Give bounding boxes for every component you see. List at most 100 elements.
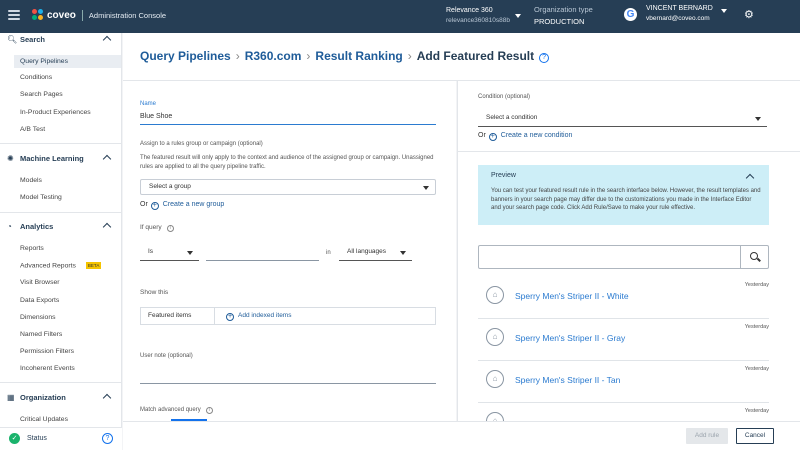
plus-icon[interactable]: +	[488, 133, 497, 141]
add-rule-button[interactable]: Add rule	[686, 428, 728, 444]
preview-box: Preview You can test your featured resul…	[478, 165, 769, 225]
chevron-down-icon	[187, 251, 193, 255]
organization-selector[interactable]: Relevance 360 relevance360810s88b	[446, 7, 510, 24]
in-label: in	[326, 250, 331, 256]
sidebar-item-named-filters[interactable]: Named Filters	[20, 331, 62, 338]
org-type: Organization type PRODUCTION	[534, 5, 593, 26]
result-time: Yesterday	[744, 282, 769, 288]
create-group-link[interactable]: Create a new group	[163, 201, 224, 208]
console-title: Administration Console	[88, 10, 167, 20]
sidebar-item-models[interactable]: Models	[20, 177, 42, 184]
breadcrumb-r360[interactable]: R360.com	[245, 49, 302, 63]
help-icon[interactable]: ?	[539, 53, 550, 63]
gear-icon[interactable]: ⚙	[744, 9, 756, 21]
create-group-row: Or + Create a new group	[140, 201, 225, 210]
list-item[interactable]: ⌂ Sperry Men's Striper II - Gray Yesterd…	[478, 319, 769, 361]
sidebar-section-search[interactable]: 🔍︎ Search	[0, 33, 121, 47]
brand-name: coveo	[47, 9, 76, 21]
sidebar-item-visit-browser[interactable]: Visit Browser	[20, 279, 60, 286]
org-type-value: PRODUCTION	[534, 17, 585, 26]
sidebar-item-reports[interactable]: Reports	[20, 245, 44, 252]
action-footer: Add rule Cancel	[123, 421, 800, 450]
hamburger-menu-icon[interactable]	[8, 10, 20, 20]
featured-items-label: Featured items	[141, 308, 215, 324]
chevron-down-icon	[755, 117, 761, 121]
add-indexed-items-link[interactable]: + Add indexed items	[223, 308, 291, 324]
search-box[interactable]	[478, 245, 769, 269]
sidebar-item-permission-filters[interactable]: Permission Filters	[20, 348, 74, 355]
sidebar-item-critical-updates[interactable]: Critical Updates	[20, 416, 68, 423]
query-input[interactable]	[206, 245, 319, 261]
chevron-down-icon	[423, 186, 429, 190]
list-item[interactable]: ⌂ Sperry Men's Striper II - White Yester…	[478, 277, 769, 319]
status-label: Status	[27, 435, 47, 442]
preview-text: You can test your featured result rule i…	[491, 188, 761, 211]
tag-icon: ⌂	[486, 412, 504, 421]
assign-help-text: The featured result will only apply to t…	[140, 155, 434, 170]
tag-icon: ⌂	[486, 328, 504, 346]
sidebar-section-machine-learning[interactable]: ✺ Machine Learning	[0, 152, 121, 166]
name-field[interactable]: Blue Shoe	[140, 113, 436, 125]
sidebar-section-analytics[interactable]: ◔ Analytics	[0, 220, 121, 234]
organization-icon: ▦	[7, 393, 15, 402]
org-caret-icon[interactable]	[515, 14, 521, 18]
chevron-up-icon[interactable]	[745, 173, 755, 183]
tag-icon: ⌂	[486, 370, 504, 388]
sidebar-item-in-product-experiences[interactable]: In-Product Experiences	[20, 109, 91, 116]
featured-items-table: Featured items + Add indexed items	[140, 307, 436, 325]
sidebar: 🔍︎ Search Query Pipelines Conditions Sea…	[0, 33, 122, 450]
sidebar-section-organization[interactable]: ▦ Organization	[0, 391, 121, 405]
sidebar-item-query-pipelines[interactable]: Query Pipelines	[14, 55, 121, 68]
info-icon[interactable]: i	[166, 225, 174, 232]
top-bar: coveo Administration Console Relevance 3…	[0, 0, 800, 33]
search-button[interactable]	[740, 246, 768, 268]
create-condition-link[interactable]: Create a new condition	[501, 132, 573, 139]
result-title[interactable]: Sperry Men's Striper II - Tan	[515, 375, 620, 385]
condition-select[interactable]: Select a condition	[478, 111, 767, 127]
preview-title: Preview	[491, 172, 516, 179]
result-title[interactable]: Sperry Men's Striper II - Gray	[515, 333, 625, 343]
user-menu[interactable]: VINCENT BERNARD vbernard@coveo.com	[646, 5, 713, 22]
assign-label: Assign to a rules group or campaign (opt…	[140, 141, 263, 147]
condition-label: Condition (optional)	[478, 94, 531, 100]
sidebar-item-advanced-reports[interactable]: Advanced Reports BETA	[20, 262, 102, 269]
group-select[interactable]: Select a group	[140, 179, 436, 195]
result-time: Yesterday	[744, 408, 769, 414]
create-condition-row: Or + Create a new condition	[478, 132, 573, 141]
chevron-up-icon	[102, 393, 112, 403]
sidebar-item-search-pages[interactable]: Search Pages	[20, 91, 63, 98]
preview-panel: Condition (optional) Select a condition …	[457, 81, 800, 421]
list-item[interactable]: ⌂ Yesterday	[478, 403, 769, 421]
language-select[interactable]: All languages	[339, 245, 412, 261]
analytics-icon: ◔	[7, 222, 12, 231]
sidebar-item-data-exports[interactable]: Data Exports	[20, 297, 59, 304]
show-this-label: Show this	[140, 289, 169, 296]
org-id: relevance360810s88b	[446, 17, 510, 24]
result-time: Yesterday	[744, 366, 769, 372]
sidebar-item-dimensions[interactable]: Dimensions	[20, 314, 56, 321]
cancel-button[interactable]: Cancel	[736, 428, 774, 444]
sidebar-item-ab-test[interactable]: A/B Test	[20, 126, 45, 133]
org-type-label: Organization type	[534, 5, 593, 14]
page-header: Query Pipelines › R360.com › Result Ranking ›…	[123, 33, 800, 81]
coveo-logo[interactable]: coveo Administration Console	[32, 9, 166, 21]
sidebar-item-incoherent-events[interactable]: Incoherent Events	[20, 365, 75, 372]
plus-icon[interactable]: +	[150, 202, 159, 210]
chevron-up-icon	[102, 222, 112, 232]
user-note-field[interactable]	[140, 370, 436, 384]
breadcrumb-result-ranking[interactable]: Result Ranking	[315, 49, 402, 63]
list-item[interactable]: ⌂ Sperry Men's Striper II - Tan Yesterda…	[478, 361, 769, 403]
info-icon[interactable]: i	[205, 407, 213, 414]
help-icon[interactable]: ?	[102, 433, 113, 444]
user-caret-icon[interactable]	[721, 9, 727, 13]
operator-select[interactable]: Is	[140, 245, 199, 261]
google-avatar-icon[interactable]: G	[624, 8, 637, 21]
chevron-up-icon	[102, 35, 112, 45]
sidebar-item-model-testing[interactable]: Model Testing	[20, 194, 62, 201]
sidebar-item-conditions[interactable]: Conditions	[20, 74, 52, 81]
result-title[interactable]: Sperry Men's Striper II - White	[515, 291, 629, 301]
breadcrumb: Query Pipelines › R360.com › Result Ranking ›…	[140, 49, 550, 63]
status-bar[interactable]: ✓ Status ?	[0, 427, 122, 450]
breadcrumb-query-pipelines[interactable]: Query Pipelines	[140, 49, 231, 63]
plus-icon: +	[226, 313, 234, 321]
